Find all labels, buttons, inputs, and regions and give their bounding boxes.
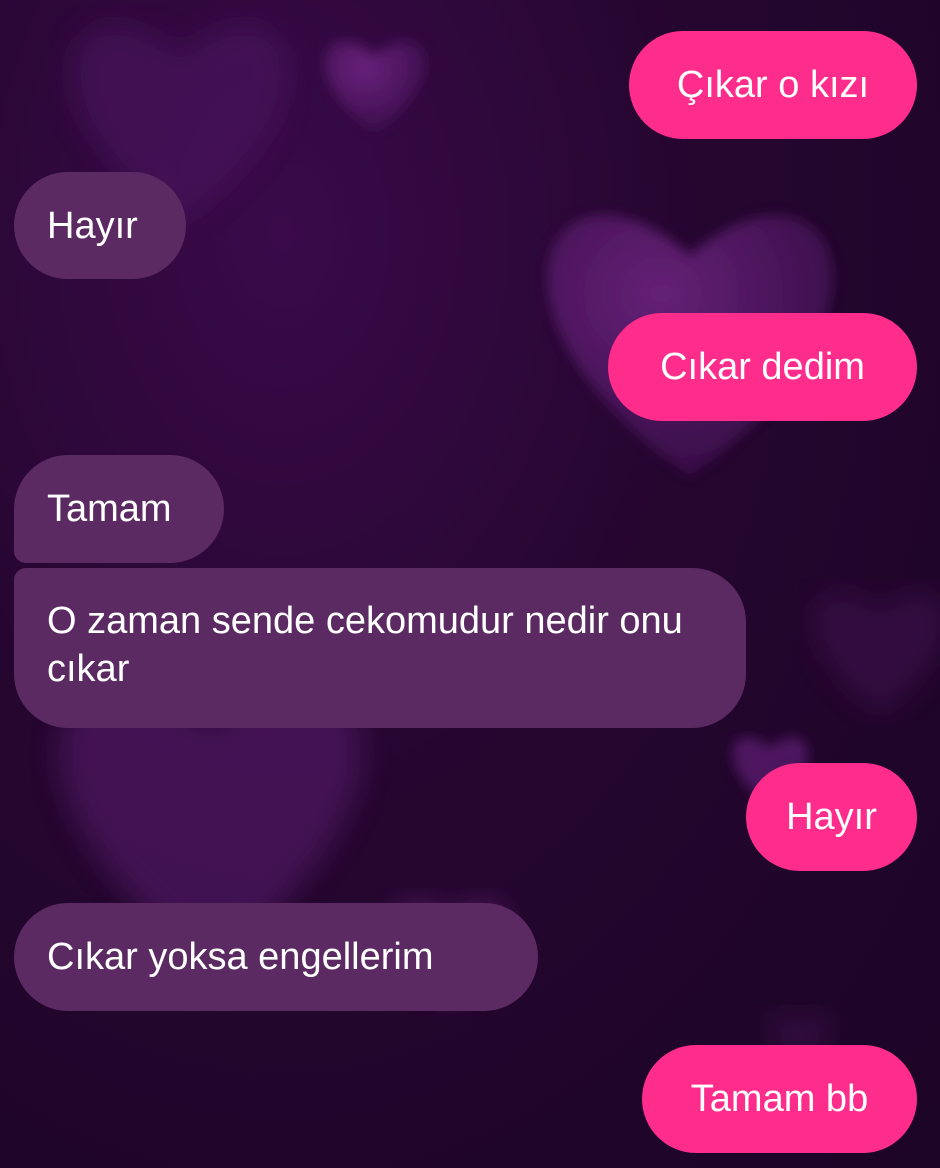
message-bubble-incoming[interactable]: Tamam (14, 455, 224, 563)
message-thread: Çıkar o kızı Hayır Cıkar dedim Tamam O z… (0, 0, 940, 1168)
message-bubble-outgoing[interactable]: Çıkar o kızı (629, 31, 917, 139)
message-bubble-incoming[interactable]: Cıkar yoksa engellerim (14, 903, 538, 1011)
message-bubble-outgoing[interactable]: Hayır (746, 763, 917, 871)
message-bubble-outgoing[interactable]: Tamam bb (642, 1045, 917, 1153)
message-bubble-outgoing[interactable]: Cıkar dedim (608, 313, 917, 421)
message-bubble-incoming[interactable]: O zaman sende cekomudur nedir onu cıkar (14, 568, 746, 728)
message-bubble-incoming[interactable]: Hayır (14, 172, 186, 279)
